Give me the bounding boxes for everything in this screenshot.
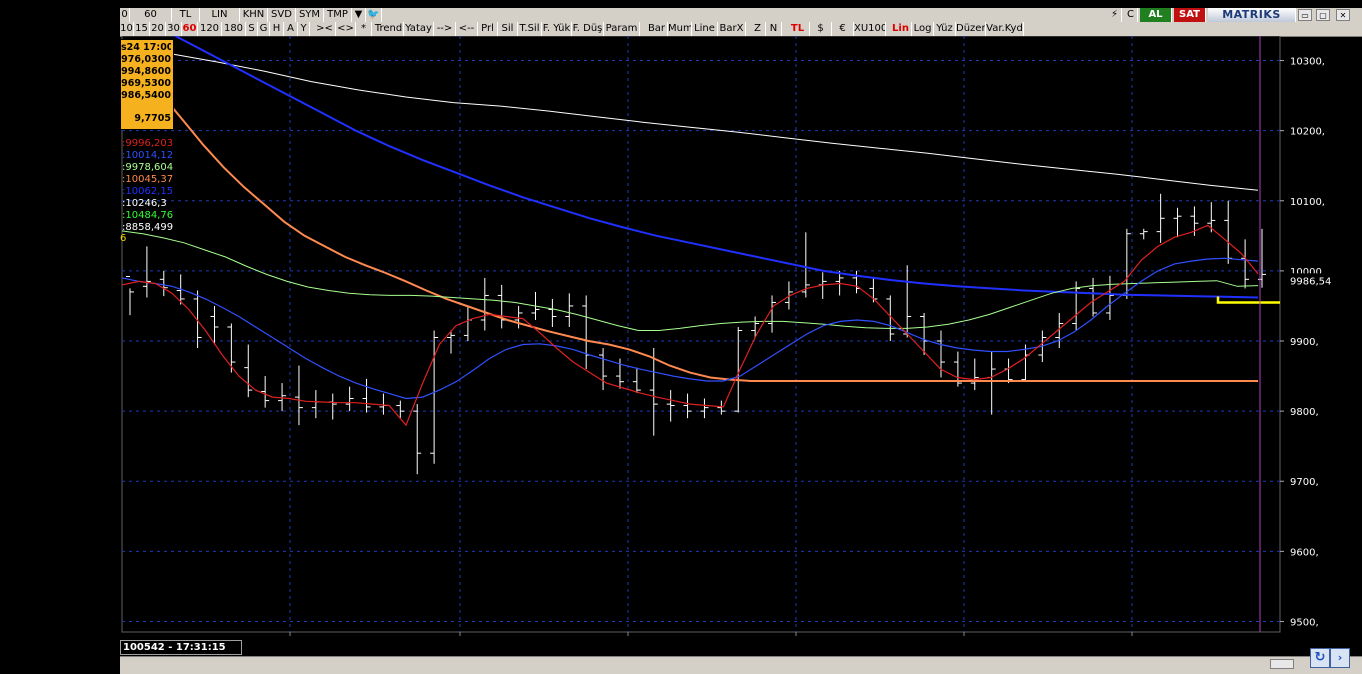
close-icon[interactable]: ✕: [1336, 9, 1350, 21]
period-toolbar-item-32[interactable]: $: [810, 22, 832, 36]
info-high: 994,8600: [121, 66, 171, 77]
legend-side-glyph: 6: [120, 233, 127, 244]
y-tick-label-1: 9600,: [1290, 547, 1319, 558]
legend-entry-6: :10484,76: [122, 210, 174, 221]
plot-area: [121, 36, 1281, 633]
period-toolbar-item-0[interactable]: 10: [120, 22, 134, 36]
period-toolbar-item-20[interactable]: Sil: [498, 22, 518, 36]
period-toolbar-item-29[interactable]: Z: [750, 22, 766, 36]
y-tick-label-6: 10100,: [1290, 197, 1325, 208]
period-toolbar-item-17[interactable]: -->: [434, 22, 456, 36]
y-tick-label-7: 10200,: [1290, 127, 1325, 138]
period-toolbar-item-21[interactable]: T.Sil: [518, 22, 542, 36]
restore-icon[interactable]: ▢: [1316, 9, 1330, 21]
period-toolbar-item-30[interactable]: N: [766, 22, 782, 36]
legend-entry-3: :10045,37: [122, 174, 174, 185]
scroll-thumb[interactable]: [1270, 659, 1294, 669]
top-toolbar-item-4[interactable]: KHN: [240, 8, 268, 22]
period-toolbar-item-31[interactable]: TL: [786, 22, 810, 36]
legend-entry-1: :10014,12: [122, 150, 174, 161]
y-tick-label-8: 10300,: [1290, 57, 1325, 68]
period-toolbar-item-24[interactable]: Param: [604, 22, 640, 36]
top-toolbar-item-7[interactable]: TMP: [324, 8, 352, 22]
period-toolbar-item-15[interactable]: Trend: [374, 22, 404, 36]
period-toolbar-item-8[interactable]: G: [258, 22, 270, 36]
period-toolbar-item-23[interactable]: F. Düş: [572, 22, 604, 36]
period-toolbar-item-10[interactable]: A: [284, 22, 298, 36]
legend-entry-0: :9996,203: [122, 138, 174, 149]
y-tick-label-2: 9700,: [1290, 477, 1319, 488]
period-toolbar-item-9[interactable]: H: [270, 22, 284, 36]
top-toolbar-item-5[interactable]: SVD: [268, 8, 296, 22]
sell-button[interactable]: SAT: [1174, 8, 1206, 22]
period-toolbar-item-35[interactable]: Lin: [890, 22, 912, 36]
period-toolbar-item-13[interactable]: <>: [336, 22, 356, 36]
period-toolbar-item-6[interactable]: 180: [222, 22, 246, 36]
period-toolbar-item-4[interactable]: 60: [182, 22, 198, 36]
period-toolbar-item-1[interactable]: 15: [134, 22, 150, 36]
period-toolbar-item-14[interactable]: *: [356, 22, 372, 36]
top-toolbar-item-0[interactable]: 0: [120, 8, 130, 22]
period-toolbar-item-33[interactable]: €: [832, 22, 854, 36]
charting-app: 0 60 TL LIN KHN SVD SYM TMP ▼ 🐦 ⚡ C AL SAT MATRIKS ▭ ▢ ✕ …: [120, 0, 1362, 674]
period-toolbar-item-12[interactable]: ><: [314, 22, 336, 36]
legend-entry-7: :8858,499: [122, 222, 174, 233]
period-toolbar-item-27[interactable]: Line: [692, 22, 718, 36]
period-toolbar-item-3[interactable]: 30: [166, 22, 182, 36]
flash-icon[interactable]: ⚡: [1108, 8, 1122, 22]
matriks-logo: MATRIKS: [1208, 8, 1296, 22]
info-volume: 9,7705: [134, 113, 171, 124]
horizontal-scrollbar[interactable]: [120, 656, 1362, 674]
period-toolbar-item-16[interactable]: Yatay: [404, 22, 434, 36]
period-toolbar-item-37[interactable]: Yüz: [934, 22, 956, 36]
period-toolbar-item-25[interactable]: Bar: [646, 22, 668, 36]
info-date: s24 17:00: [121, 42, 171, 53]
period-toolbar-item-5[interactable]: 120: [198, 22, 222, 36]
period-toolbar: 10 15 20 30 60 120 180 S G H A Y >< <> * Trend Yatay --> <…: [120, 22, 1362, 37]
period-toolbar-item-38[interactable]: Düzen: [956, 22, 986, 36]
period-toolbar-item-22[interactable]: F. Yük: [542, 22, 572, 36]
period-toolbar-item-19[interactable]: Prl: [478, 22, 498, 36]
period-toolbar-item-39[interactable]: Var.Kyd: [986, 22, 1024, 36]
refresh-icon[interactable]: C: [1124, 8, 1138, 22]
status-time-box: 100542 - 17:31:15: [120, 640, 242, 655]
top-toolbar-item-8[interactable]: ▼: [352, 8, 366, 22]
period-toolbar-item-36[interactable]: Log: [912, 22, 934, 36]
minimize-icon[interactable]: ▭: [1298, 9, 1312, 21]
y-tick-label-0: 9500,: [1290, 617, 1319, 628]
info-close: 986,5400: [121, 90, 171, 101]
y-tick-label-4: 9900,: [1290, 337, 1319, 348]
legend-entry-5: :10246,3: [122, 198, 167, 209]
period-toolbar-item-34[interactable]: XU100: [854, 22, 886, 36]
period-toolbar-item-2[interactable]: 20: [150, 22, 166, 36]
top-toolbar-item-1[interactable]: 60: [130, 8, 172, 22]
buy-button[interactable]: AL: [1140, 8, 1172, 22]
ohlc-info-box: s24 17:00 976,0300 994,8600 969,5300 986…: [120, 39, 174, 130]
top-toolbar-item-2[interactable]: TL: [172, 8, 200, 22]
price-chart[interactable]: 9500,9600,9700,9800,9900,10000,10100,102…: [120, 36, 1362, 636]
legend-entry-4: :10062,15: [122, 186, 174, 197]
navigate-next-icon[interactable]: ›: [1330, 648, 1350, 668]
y-tick-label-3: 9800,: [1290, 407, 1319, 418]
period-toolbar-item-28[interactable]: BarX: [718, 22, 746, 36]
period-toolbar-item-11[interactable]: Y: [298, 22, 310, 36]
top-toolbar-item-3[interactable]: LIN: [200, 8, 240, 22]
navigate-icon[interactable]: ↻: [1310, 648, 1330, 668]
info-open: 976,0300: [121, 54, 171, 65]
top-toolbar-item-9[interactable]: 🐦: [366, 8, 382, 22]
info-low: 969,5300: [121, 78, 171, 89]
period-toolbar-item-18[interactable]: <--: [456, 22, 478, 36]
top-toolbar: 0 60 TL LIN KHN SVD SYM TMP ▼ 🐦 ⚡ C AL SAT MATRIKS ▭ ▢ ✕: [120, 8, 1362, 23]
period-toolbar-item-7[interactable]: S: [246, 22, 258, 36]
top-toolbar-item-6[interactable]: SYM: [296, 8, 324, 22]
legend-entry-2: :9978,604: [122, 162, 174, 173]
period-toolbar-item-26[interactable]: Mum: [668, 22, 692, 36]
last-price-label: 9986,54: [1290, 276, 1331, 287]
